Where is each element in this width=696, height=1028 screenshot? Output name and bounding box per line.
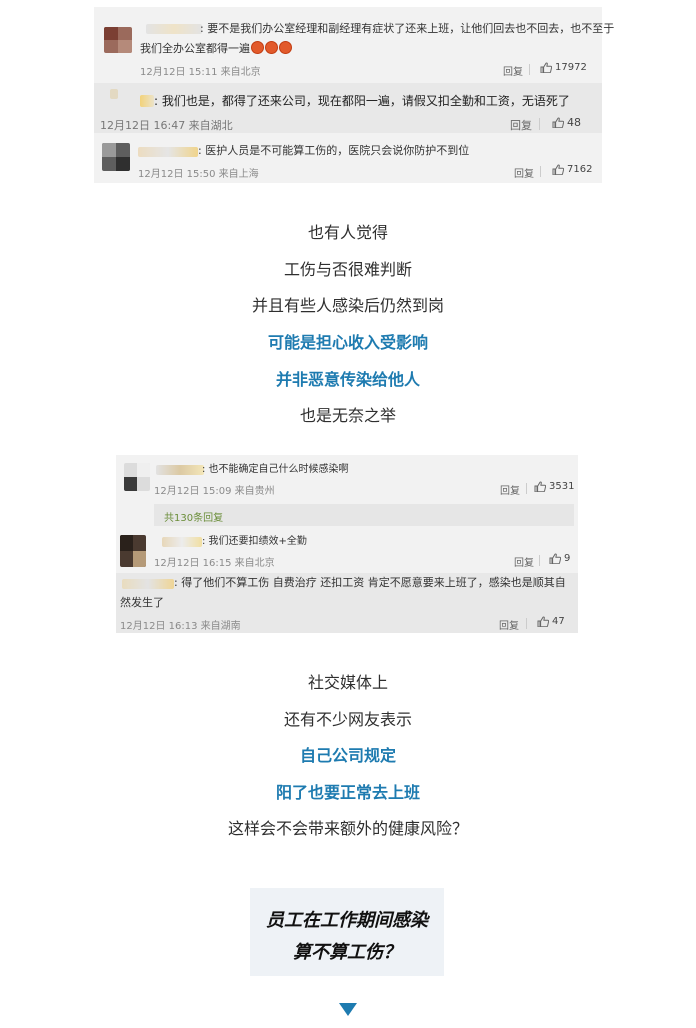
body-text-line: 工伤与否很难判断	[283, 260, 412, 279]
like-count: 3531	[549, 481, 575, 492]
comment-item: : 我们还要扣绩效+全勤 12月12日 16:15 来自北京 回复 9	[116, 529, 578, 573]
reply-button[interactable]: 回复	[514, 554, 534, 569]
avatar[interactable]	[120, 535, 146, 567]
divider	[526, 483, 527, 494]
avatar[interactable]	[102, 143, 130, 171]
comment-date: 12月12日 15:09 来自贵州	[154, 486, 275, 497]
username[interactable]	[110, 89, 118, 99]
thumbs-up-icon	[549, 553, 561, 564]
divider	[540, 166, 541, 177]
comment-date: 12月12日 16:15 来自北京	[154, 558, 275, 569]
comment-item-highlight: : 得了他们不算工伤 自费治疗 还扣工资 肯定不愿意要来上班了，感染也是顺其自 …	[116, 573, 578, 633]
down-arrow-icon	[339, 1003, 357, 1016]
body-text-emphasis: 可能是担心收入受影响	[267, 333, 428, 352]
comment-text-continued: 然发生了	[120, 596, 164, 609]
like-button[interactable]: 7162	[552, 164, 592, 175]
body-text-emphasis: 自己公司规定	[299, 746, 396, 765]
thumbs-up-icon	[534, 481, 546, 492]
like-button[interactable]: 48	[552, 116, 581, 129]
like-count: 47	[552, 616, 565, 627]
like-count: 7162	[567, 164, 593, 175]
body-text-line: 还有不少网友表示	[283, 710, 412, 729]
body-text-line: 也是无奈之举	[299, 406, 396, 425]
avatar[interactable]	[104, 27, 132, 53]
thumbs-up-icon	[552, 117, 564, 128]
reply-button[interactable]: 回复	[514, 165, 534, 180]
more-replies-link[interactable]: 共130条回复	[164, 509, 223, 524]
comment-card-1: : 要不是我们办公室经理和副经理有症状了还来上班，让他们回去也不回去，也不至于 …	[94, 7, 614, 183]
question-box: 员工在工作期间感染 算不算工伤？	[250, 888, 444, 976]
divider	[526, 618, 527, 629]
divider	[539, 118, 540, 130]
like-button[interactable]: 9	[549, 553, 570, 564]
body-text-line: 这样会不会带来额外的健康风险？	[227, 819, 468, 838]
comment-text: : 我们也是，都得了还来公司，现在都阳一遍，请假又扣全勤和工资，无语死了	[154, 94, 570, 108]
comment-item: : 医护人员是不可能算工伤的，医院只会说你防护不到位 12月12日 15:50 …	[94, 135, 602, 183]
reply-button[interactable]: 回复	[499, 617, 519, 632]
like-count: 9	[564, 553, 571, 564]
divider	[539, 555, 540, 566]
comment-date: 12月12日 15:50 来自上海	[138, 169, 259, 180]
reply-button[interactable]: 回复	[503, 63, 523, 78]
reply-button[interactable]: 回复	[500, 482, 520, 497]
username[interactable]	[162, 537, 202, 547]
comment-date: 12月12日 15:11 来自北京	[140, 67, 261, 78]
comment-text-continued: 我们全办公室都得一遍	[140, 41, 292, 57]
comment-item-highlight: : 我们也是，都得了还来公司，现在都阳一遍，请假又扣全勤和工资，无语死了 12月…	[94, 83, 602, 133]
comment-item: : 要不是我们办公室经理和副经理有症状了还来上班，让他们回去也不回去，也不至于 …	[94, 7, 614, 83]
username[interactable]	[156, 465, 204, 475]
question-line-2: 算不算工伤？	[293, 942, 401, 963]
username[interactable]	[122, 579, 174, 589]
body-text-emphasis: 阳了也要正常去上班	[275, 783, 420, 802]
username[interactable]	[146, 24, 202, 34]
comment-text: : 得了他们不算工伤 自费治疗 还扣工资 肯定不愿意要来上班了，感染也是顺其自	[174, 576, 566, 589]
like-button[interactable]: 47	[537, 616, 565, 627]
comment-text: : 也不能确定自己什么时候感染啊	[202, 464, 349, 475]
body-text-line: 也有人觉得	[307, 223, 388, 242]
comment-date: 12月12日 16:13 来自湖南	[120, 621, 241, 632]
body-text-line: 社交媒体上	[307, 673, 388, 692]
divider	[529, 64, 530, 75]
username[interactable]	[140, 95, 154, 107]
comment-text: : 我们还要扣绩效+全勤	[202, 536, 307, 547]
comment-text: : 要不是我们办公室经理和副经理有症状了还来上班，让他们回去也不回去，也不至于	[200, 22, 615, 35]
comment-item: : 也不能确定自己什么时候感染啊 12月12日 15:09 来自贵州 回复 35…	[116, 455, 578, 499]
grin-emoji-icon	[265, 41, 278, 54]
like-button[interactable]: 17972	[540, 62, 587, 73]
comment-text: : 医护人员是不可能算工伤的，医院只会说你防护不到位	[198, 144, 470, 157]
body-text-line: 并且有些人感染后仍然到岗	[251, 296, 444, 315]
thumbs-up-icon	[540, 62, 552, 73]
grin-emoji-icon	[279, 41, 292, 54]
comment-card-2: : 也不能确定自己什么时候感染啊 12月12日 15:09 来自贵州 回复 35…	[116, 455, 578, 633]
username[interactable]	[138, 147, 198, 157]
avatar[interactable]	[124, 463, 150, 491]
body-text-emphasis: 并非恶意传染给他人	[275, 370, 420, 389]
question-line-1: 员工在工作期间感染	[266, 910, 428, 931]
like-count: 17972	[555, 62, 587, 73]
grin-emoji-icon	[251, 41, 264, 54]
thumbs-up-icon	[552, 164, 564, 175]
more-replies-bar[interactable]: 共130条回复	[154, 504, 574, 526]
like-count: 48	[567, 116, 581, 129]
comment-date: 12月12日 16:47 来自湖北	[100, 119, 233, 132]
reply-button[interactable]: 回复	[510, 117, 532, 133]
like-button[interactable]: 3531	[534, 481, 574, 492]
thumbs-up-icon	[537, 616, 549, 627]
